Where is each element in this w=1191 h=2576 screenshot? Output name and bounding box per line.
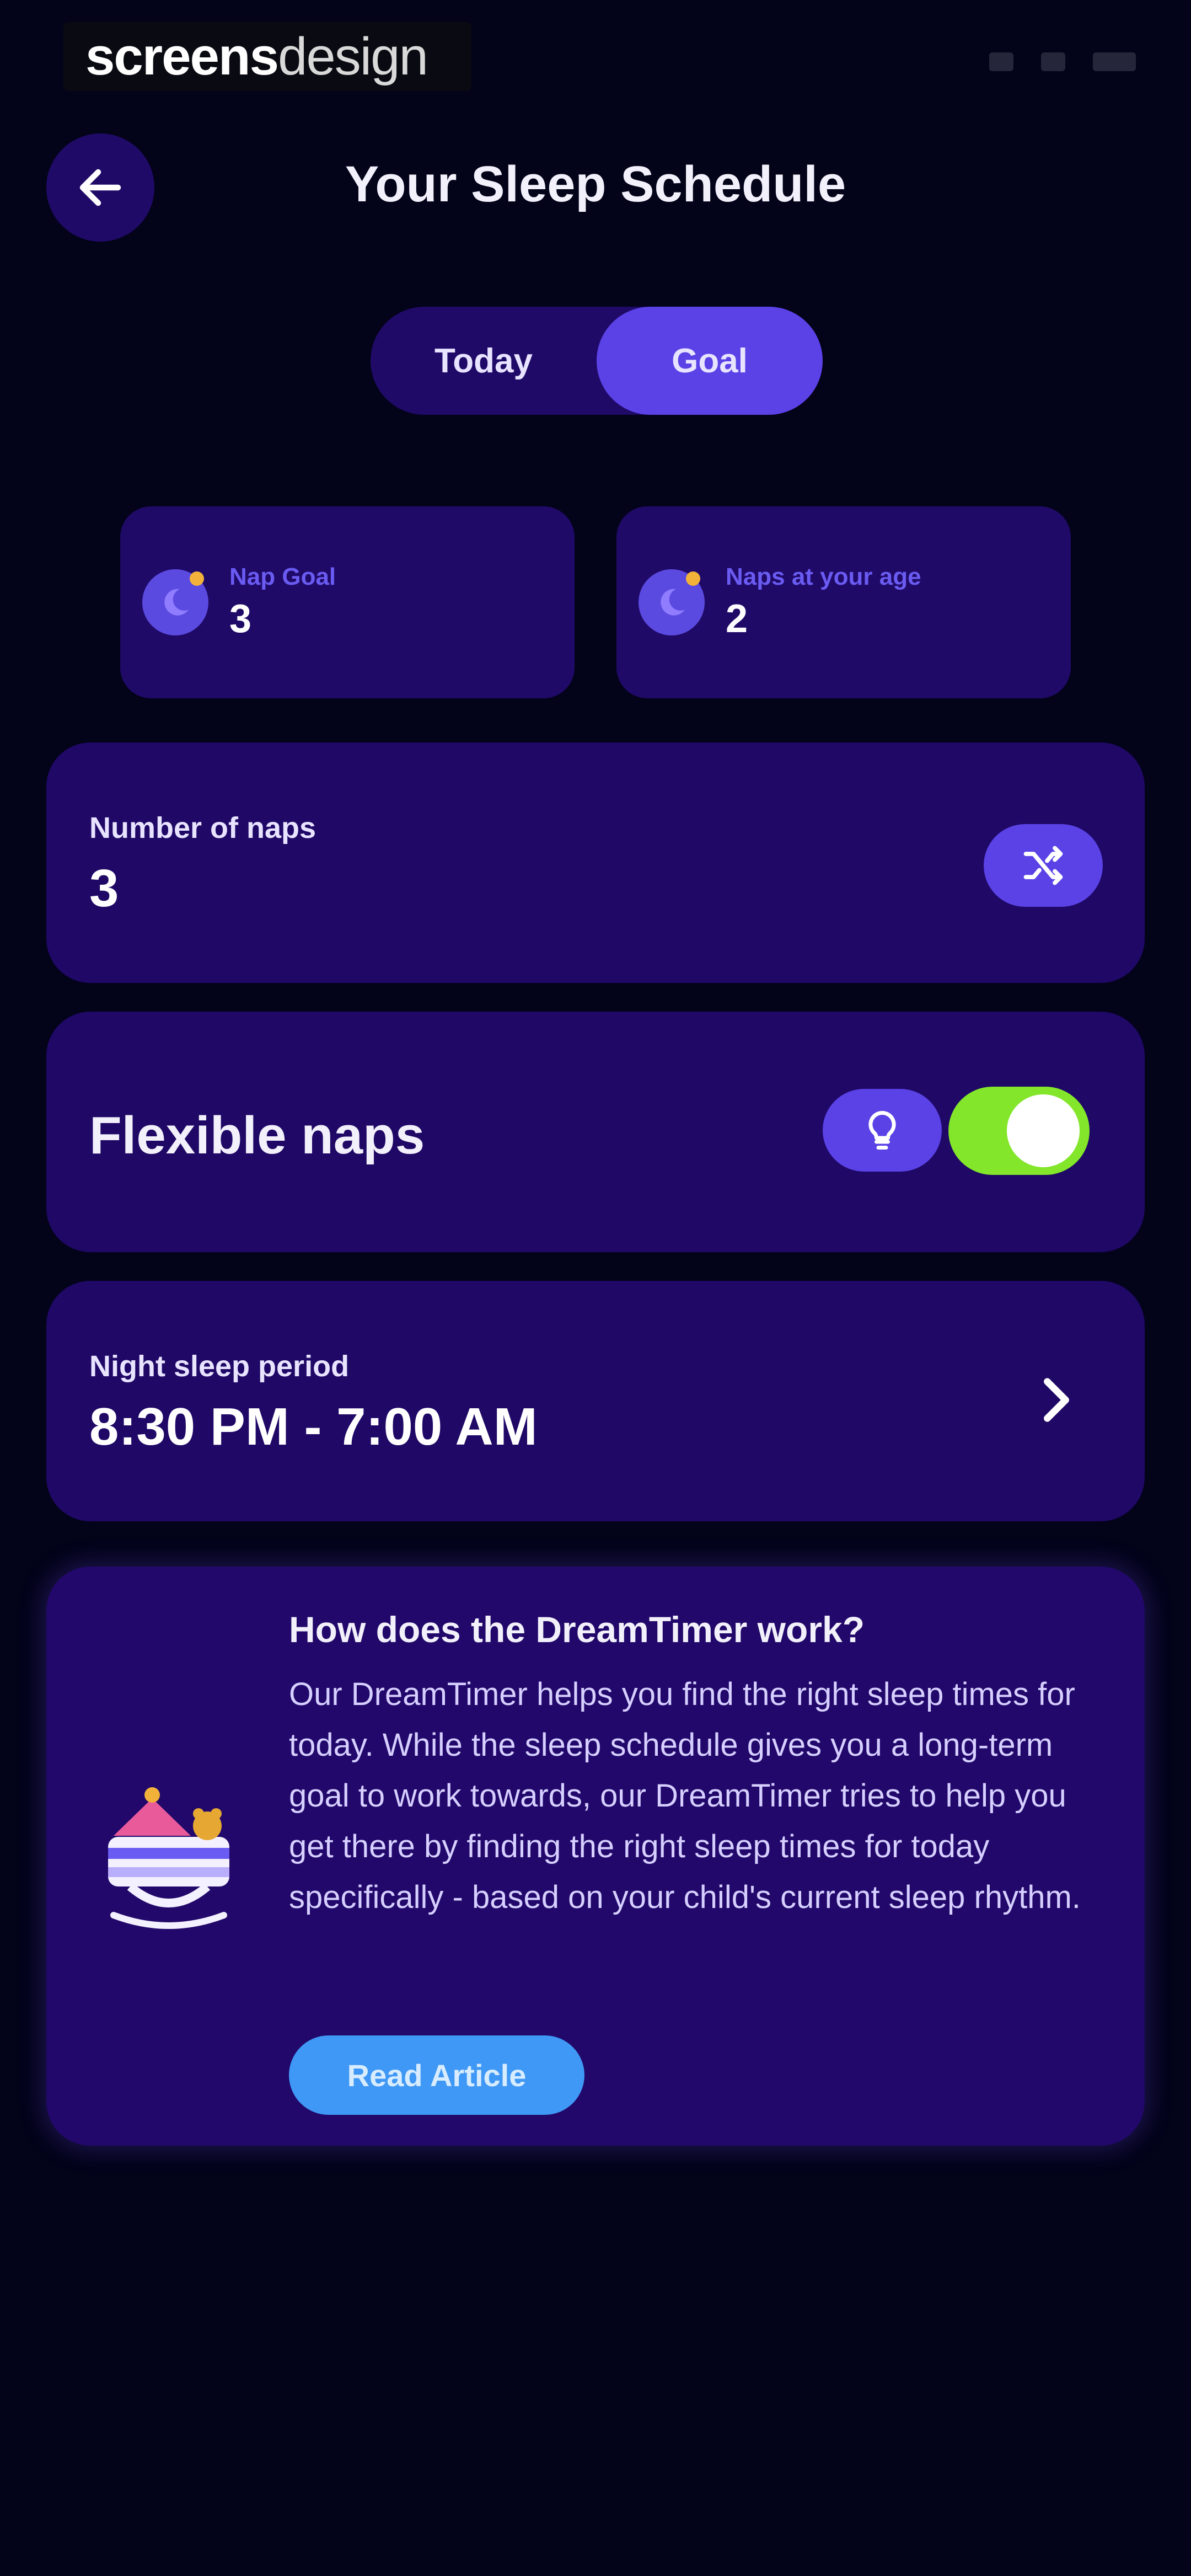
battery-icon [1093, 52, 1136, 71]
article-title: How does the DreamTimer work? [289, 1609, 865, 1650]
night-sleep-period-value: 8:30 PM - 7:00 AM [89, 1397, 538, 1456]
tab-today[interactable]: Today [371, 307, 597, 415]
flexible-naps-card: Flexible naps [46, 1012, 1145, 1252]
status-bar: screens design [0, 0, 1191, 110]
brand-logo-part1: screens [85, 26, 279, 86]
number-of-naps-card[interactable]: Number of naps 3 [46, 742, 1145, 983]
flexible-naps-toggle[interactable] [948, 1087, 1090, 1175]
schedule-tabs: Today Goal [371, 307, 823, 415]
nap-goal-value: 3 [229, 597, 252, 641]
naps-at-age-card: Naps at your age 2 [616, 506, 1071, 698]
tab-goal[interactable]: Goal [597, 307, 823, 415]
number-of-naps-label: Number of naps [89, 811, 316, 845]
nap-goal-card: Nap Goal 3 [120, 506, 575, 698]
moon-badge-icon [142, 569, 208, 635]
number-of-naps-value: 3 [89, 859, 119, 918]
crib-illustration [108, 1787, 229, 1929]
night-sleep-period-label: Night sleep period [89, 1350, 350, 1383]
status-icons [989, 52, 1136, 71]
article-body: Our DreamTimer helps you find the right … [289, 1676, 1081, 1915]
shuffle-icon [1023, 846, 1063, 885]
page-title: Your Sleep Schedule [345, 156, 846, 212]
wifi-icon [1041, 52, 1065, 71]
naps-at-age-label: Naps at your age [726, 563, 921, 590]
read-article-button[interactable]: Read Article [289, 2035, 584, 2115]
shuffle-button[interactable] [984, 824, 1103, 907]
night-sleep-period-card[interactable]: Night sleep period 8:30 PM - 7:00 AM [46, 1281, 1145, 1521]
flexible-naps-label: Flexible naps [89, 1106, 425, 1165]
lightbulb-icon [868, 1110, 896, 1150]
moon-badge-icon [639, 569, 705, 635]
signal-icon [989, 52, 1013, 71]
chevron-right-icon [1044, 1378, 1069, 1422]
brand-logo: screens design [63, 22, 471, 91]
toggle-knob [1007, 1094, 1080, 1167]
brand-logo-part2: design [277, 26, 428, 86]
flexible-naps-info-button[interactable] [823, 1089, 942, 1172]
nap-goal-label: Nap Goal [229, 563, 336, 590]
dreamtimer-info-card: How does the DreamTimer work? Our DreamT… [46, 1567, 1145, 2146]
naps-at-age-value: 2 [726, 597, 748, 641]
